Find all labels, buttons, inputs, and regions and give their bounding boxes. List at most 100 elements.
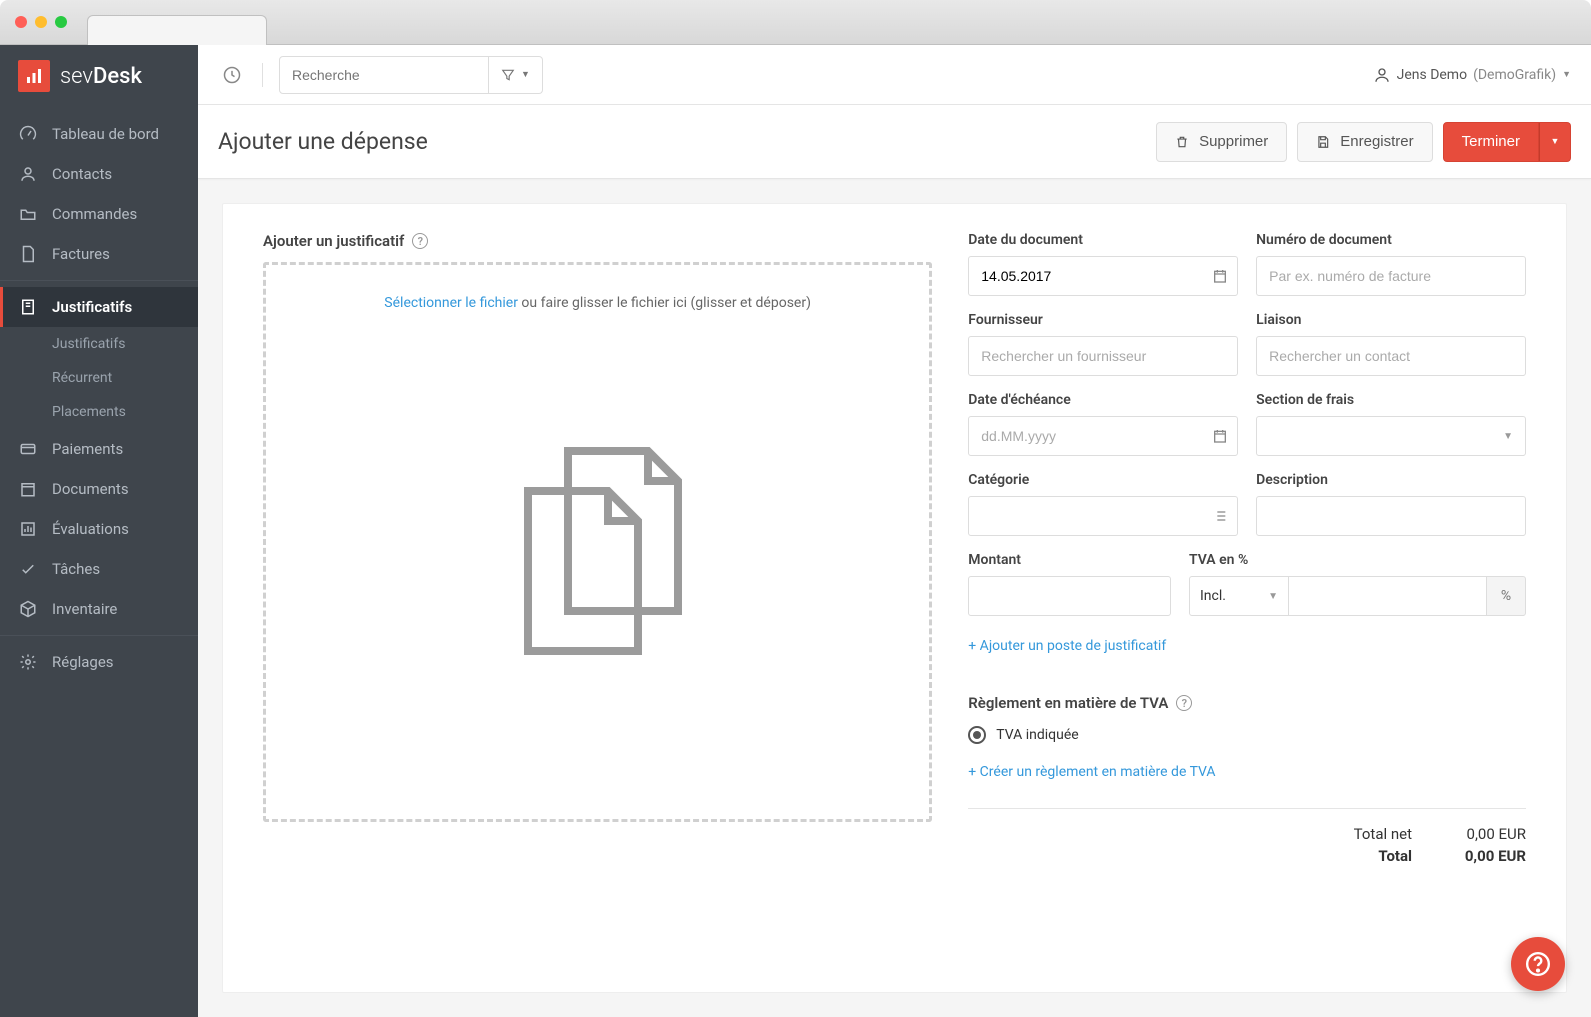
tva-heading: Règlement en matière de TVA ? bbox=[968, 694, 1526, 712]
pct-suffix: % bbox=[1486, 576, 1526, 616]
sidebar-item-label: Tâches bbox=[52, 560, 100, 578]
radio-label: TVA indiquée bbox=[996, 727, 1078, 743]
amount-label: Montant bbox=[968, 552, 1171, 568]
browser-tab[interactable] bbox=[87, 15, 267, 45]
user-name: Jens Demo bbox=[1397, 67, 1467, 83]
chart-icon bbox=[18, 519, 38, 539]
delete-button[interactable]: Supprimer bbox=[1156, 122, 1287, 162]
cost-section-select[interactable]: ▼ bbox=[1256, 416, 1526, 456]
filter-button[interactable]: ▼ bbox=[489, 56, 543, 94]
supplier-input[interactable] bbox=[968, 336, 1238, 376]
sidebar-item-label: Justificatifs bbox=[52, 298, 132, 316]
sidebar-item-invoices[interactable]: Factures bbox=[0, 234, 198, 274]
divider bbox=[0, 635, 198, 636]
chevron-down-icon: ▼ bbox=[521, 69, 530, 80]
total-net-value: 0,00 EUR bbox=[1436, 825, 1526, 843]
chevron-down-icon: ▼ bbox=[1562, 69, 1571, 80]
browser-chrome bbox=[0, 0, 1591, 45]
save-button[interactable]: Enregistrer bbox=[1297, 122, 1432, 162]
check-icon bbox=[18, 559, 38, 579]
calendar-icon bbox=[18, 479, 38, 499]
create-tva-link[interactable]: + Créer un règlement en matière de TVA bbox=[968, 764, 1215, 780]
logo[interactable]: sevDesk bbox=[0, 45, 198, 114]
select-file-link[interactable]: Sélectionner le fichier bbox=[384, 295, 518, 311]
due-date-label: Date d'échéance bbox=[968, 392, 1238, 408]
chevron-down-icon: ▼ bbox=[1551, 136, 1560, 147]
user-org: (DemoGrafik) bbox=[1473, 67, 1556, 83]
gear-icon bbox=[18, 652, 38, 672]
file-dropzone[interactable]: Sélectionner le fichier ou faire glisser… bbox=[263, 262, 932, 822]
sidebar-item-orders[interactable]: Commandes bbox=[0, 194, 198, 234]
search-input[interactable] bbox=[279, 56, 489, 94]
cost-section-label: Section de frais bbox=[1256, 392, 1526, 408]
finish-button[interactable]: Terminer bbox=[1443, 122, 1539, 162]
main-content: ▼ Jens Demo (DemoGrafik) ▼ Ajouter une d… bbox=[198, 45, 1591, 1017]
folder-icon bbox=[18, 204, 38, 224]
supplier-label: Fournisseur bbox=[968, 312, 1238, 328]
sidebar-item-label: Paiements bbox=[52, 440, 123, 458]
window-close-icon[interactable] bbox=[15, 16, 27, 28]
vat-value-input[interactable] bbox=[1289, 576, 1486, 616]
due-date-input[interactable] bbox=[968, 416, 1238, 456]
sidebar-item-label: Évaluations bbox=[52, 520, 129, 538]
description-label: Description bbox=[1256, 472, 1526, 488]
trash-icon bbox=[1175, 135, 1189, 149]
user-icon bbox=[18, 164, 38, 184]
sidebar-item-inventory[interactable]: Inventaire bbox=[0, 589, 198, 629]
help-icon[interactable]: ? bbox=[412, 233, 428, 249]
dropzone-text: Sélectionner le fichier ou faire glisser… bbox=[384, 295, 811, 311]
window-maximize-icon[interactable] bbox=[55, 16, 67, 28]
help-fab[interactable] bbox=[1511, 937, 1565, 991]
doc-date-input[interactable] bbox=[968, 256, 1238, 296]
sidebar-item-payments[interactable]: Paiements bbox=[0, 429, 198, 469]
receipt-icon bbox=[18, 297, 38, 317]
logo-text: sevDesk bbox=[60, 64, 142, 89]
sidebar-sub-placements[interactable]: Placements bbox=[0, 395, 198, 429]
save-icon bbox=[1316, 135, 1330, 149]
doc-number-input[interactable] bbox=[1256, 256, 1526, 296]
finish-dropdown-toggle[interactable]: ▼ bbox=[1539, 122, 1571, 162]
topbar: ▼ Jens Demo (DemoGrafik) ▼ bbox=[198, 45, 1591, 105]
gauge-icon bbox=[18, 124, 38, 144]
amount-input[interactable] bbox=[968, 576, 1171, 616]
sidebar-item-documents[interactable]: Documents bbox=[0, 469, 198, 509]
category-label: Catégorie bbox=[968, 472, 1238, 488]
description-input[interactable] bbox=[1256, 496, 1526, 536]
radio-icon bbox=[968, 726, 986, 744]
sidebar: sevDesk Tableau de bord Contacts Command… bbox=[0, 45, 198, 1017]
sidebar-item-reports[interactable]: Évaluations bbox=[0, 509, 198, 549]
history-button[interactable] bbox=[218, 61, 246, 89]
add-line-link[interactable]: + Ajouter un poste de justificatif bbox=[968, 638, 1166, 654]
sidebar-item-dashboard[interactable]: Tableau de bord bbox=[0, 114, 198, 154]
sidebar-sub-receipts[interactable]: Justificatifs bbox=[0, 327, 198, 361]
page-header: Ajouter une dépense Supprimer Enregistre… bbox=[198, 105, 1591, 179]
divider bbox=[0, 280, 198, 281]
sidebar-item-contacts[interactable]: Contacts bbox=[0, 154, 198, 194]
sidebar-item-settings[interactable]: Réglages bbox=[0, 642, 198, 682]
sidebar-item-label: Contacts bbox=[52, 165, 112, 183]
sidebar-item-label: Inventaire bbox=[52, 600, 117, 618]
sidebar-item-label: Commandes bbox=[52, 205, 137, 223]
sidebar-item-tasks[interactable]: Tâches bbox=[0, 549, 198, 589]
chevron-down-icon: ▼ bbox=[1268, 591, 1278, 602]
list-icon[interactable] bbox=[1212, 508, 1228, 524]
help-icon bbox=[1525, 951, 1551, 977]
divider bbox=[262, 63, 263, 87]
window-minimize-icon[interactable] bbox=[35, 16, 47, 28]
tva-indicated-radio[interactable]: TVA indiquée bbox=[968, 726, 1526, 744]
vat-incl-select[interactable]: Incl.▼ bbox=[1189, 576, 1289, 616]
total-label: Total bbox=[1292, 847, 1412, 865]
category-input[interactable] bbox=[968, 496, 1238, 536]
doc-date-label: Date du document bbox=[968, 232, 1238, 248]
help-icon[interactable]: ? bbox=[1176, 695, 1192, 711]
user-menu[interactable]: Jens Demo (DemoGrafik) ▼ bbox=[1373, 66, 1571, 84]
page-title: Ajouter une dépense bbox=[218, 128, 428, 155]
sidebar-item-label: Factures bbox=[52, 245, 110, 263]
vat-pct-label: TVA en % bbox=[1189, 552, 1526, 568]
liaison-input[interactable] bbox=[1256, 336, 1526, 376]
sidebar-item-receipts[interactable]: Justificatifs bbox=[0, 287, 198, 327]
sidebar-sub-recurring[interactable]: Récurrent bbox=[0, 361, 198, 395]
sidebar-item-label: Réglages bbox=[52, 653, 114, 671]
card-icon bbox=[18, 439, 38, 459]
file-icon bbox=[18, 244, 38, 264]
